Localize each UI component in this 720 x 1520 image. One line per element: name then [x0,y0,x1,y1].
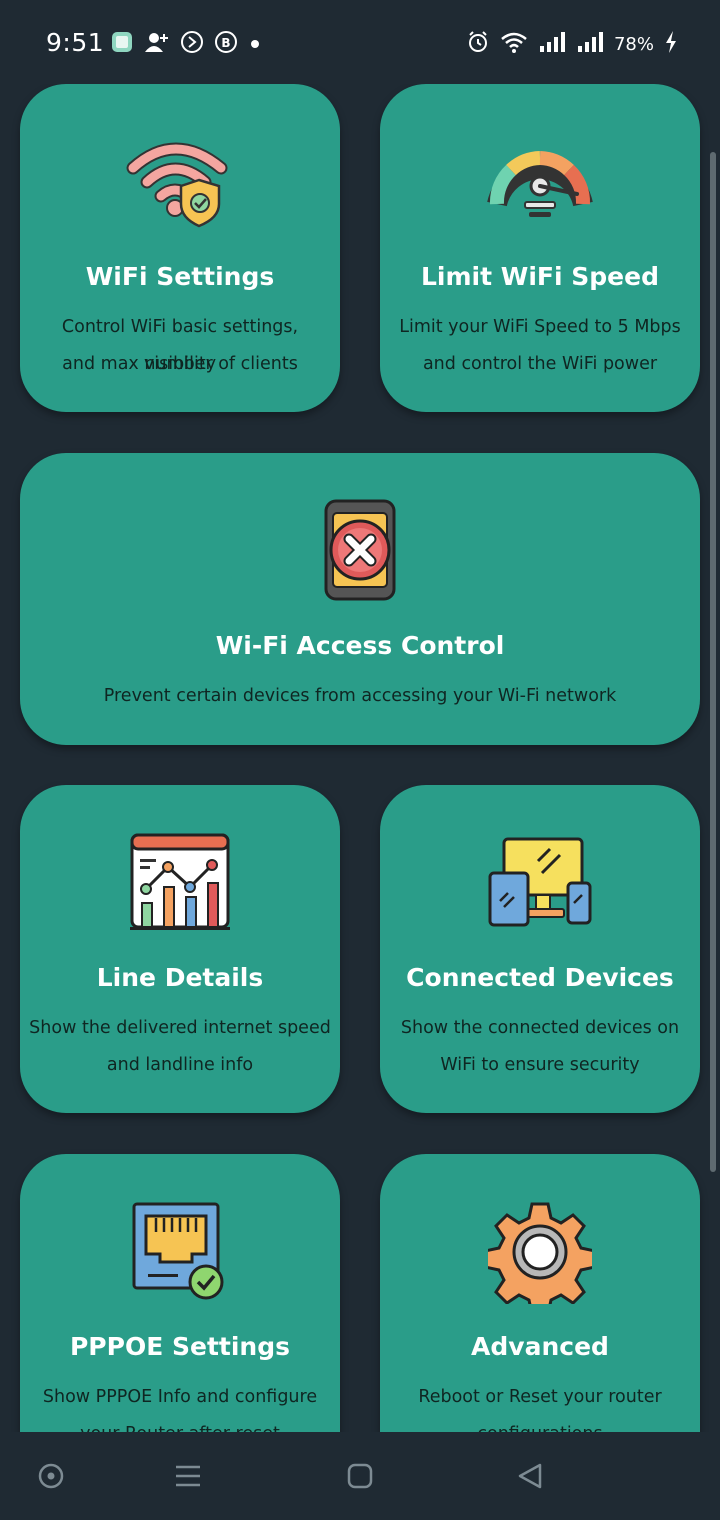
card-title: WiFi Settings [85,262,275,291]
dot-icon [248,30,262,58]
wifi-icon [500,30,528,58]
card-title: Advanced [471,1332,609,1361]
app-icon [110,30,134,58]
card-desc-line2: and control the WiFi power [422,354,658,374]
devices-icon [488,837,592,933]
recents-button[interactable] [168,1456,208,1496]
card-title: Connected Devices [406,963,674,992]
wifi-shield-icon [125,136,235,236]
navigation-bar [0,1432,720,1520]
alarm-icon [466,30,490,58]
card-desc-line2: your Router after reset [28,1416,332,1432]
card-desc-line1: Show the delivered internet speed [29,1018,331,1038]
assistant-button[interactable] [31,1456,71,1496]
limit-wifi-speed-card[interactable]: Limit WiFi Speed Limit your WiFi Speed t… [380,84,700,412]
add-contact-icon [144,30,170,58]
card-title: Wi-Fi Access Control [215,631,505,660]
card-desc-line2: and landline info [106,1055,254,1075]
line-details-card[interactable]: Line Details Show the delivered internet… [20,785,340,1113]
battery-percent: 78% [613,33,654,55]
advanced-card[interactable]: Advanced Reboot or Reset your router con… [380,1154,700,1432]
home-button[interactable] [340,1456,380,1496]
wifi-settings-card[interactable]: WiFi Settings Control WiFi basic setting… [20,84,340,412]
recents-icon [176,1465,200,1487]
card-desc-line1: Show PPPOE Info and configure [42,1387,318,1407]
notification-icons: B [110,30,262,58]
card-desc-line1: Prevent certain devices from accessing y… [103,686,617,706]
chart-icon [128,831,232,939]
connected-devices-card[interactable]: Connected Devices Show the connected dev… [380,785,700,1113]
wifi-access-control-card[interactable]: Wi-Fi Access Control Prevent certain dev… [20,453,700,745]
signal-icon [538,30,566,58]
back-button[interactable] [510,1456,550,1496]
sync-icon [180,30,204,58]
assistant-icon [38,1463,64,1489]
card-desc-line1: Reboot or Reset your router [418,1387,662,1407]
card-title: Line Details [96,963,264,992]
card-desc-line2: WiFi to ensure security [440,1055,640,1075]
signal-icon [576,30,604,58]
ethernet-port-icon [130,1200,230,1308]
svg-text:B: B [221,36,230,50]
gear-icon [483,1200,597,1316]
card-title: PPPOE Settings [69,1332,290,1361]
back-icon [518,1463,542,1489]
card-desc-line1: Limit your WiFi Speed to 5 Mbps [399,317,681,337]
status-bar: 9:51 B 78% [0,0,720,84]
card-title: Limit WiFi Speed [421,262,659,291]
business-icon: B [214,30,238,58]
charging-icon [664,30,678,58]
card-desc-line1: Show the connected devices on [400,1018,680,1038]
blocked-phone-icon [320,499,400,607]
speedometer-icon [485,130,595,226]
card-desc-line2: and max number of clients [62,354,298,374]
card-desc-line2: configurations [388,1416,692,1432]
status-time: 9:51 [46,28,105,57]
home-icon [347,1463,373,1489]
pppoe-settings-card[interactable]: PPPOE Settings Show PPPOE Info and confi… [20,1154,340,1432]
system-icons: 78% [466,30,678,58]
scrollbar[interactable] [710,152,716,1172]
feature-grid: WiFi Settings Control WiFi basic setting… [0,84,720,1432]
